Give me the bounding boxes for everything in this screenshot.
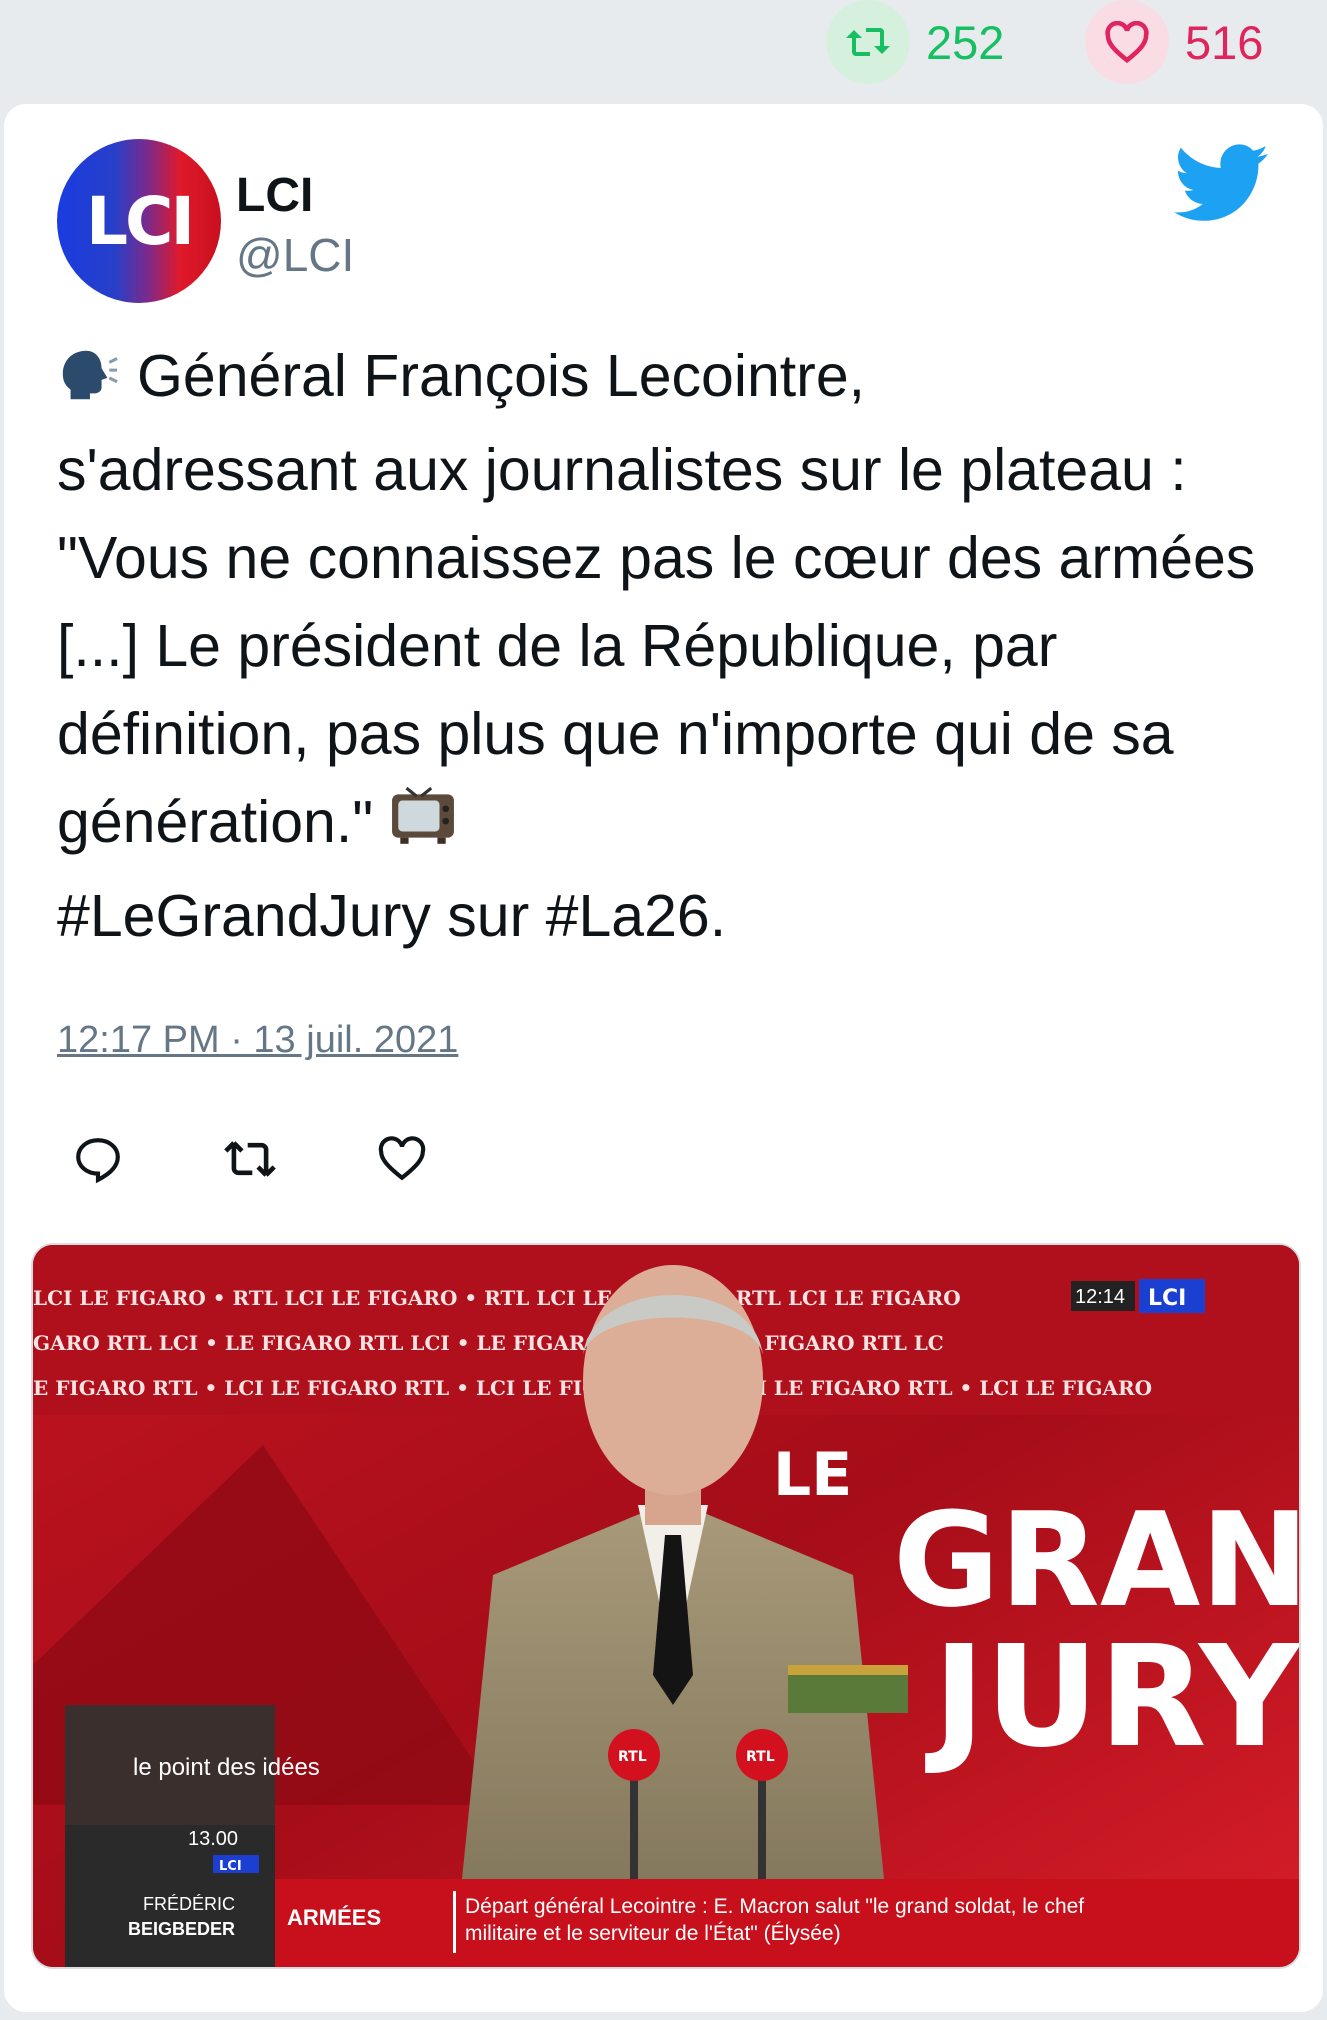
ticker-row: GARO RTL LCI • LE FIGARO RTL LCI • LE FI… — [33, 1331, 944, 1355]
tweet-text-end: . — [709, 883, 727, 949]
lower-third-line: Départ général Lecointre : E. Macron sal… — [465, 1895, 1084, 1918]
engagement-bar: 252 516 — [0, 0, 1327, 100]
channel-logo: LCI — [1148, 1286, 1186, 1311]
retweet-icon[interactable] — [826, 0, 910, 84]
like-count: 516 — [1185, 15, 1264, 69]
retweet-count: 252 — [926, 15, 1005, 69]
tweet-card: LCI LCI @LCI Général François Lecointre,… — [4, 104, 1323, 2012]
show-title-bot: JURY — [925, 1616, 1299, 1779]
tweet-text-body: s'adressant aux journalistes sur le plat… — [57, 437, 1272, 855]
promo-time: 13.00 — [188, 1828, 238, 1850]
promo-guest-last: BEIGBEDER — [128, 1919, 235, 1939]
tv-broadcast-still: LCI LE FIGARO • RTL LCI LE FIGARO • RTL … — [33, 1245, 1299, 1967]
broadcast-clock: 12:14 — [1075, 1286, 1125, 1308]
twitter-bird-icon[interactable] — [1174, 144, 1270, 224]
television-icon — [390, 784, 456, 872]
ticker-row: LCI LE FIGARO • RTL LCI LE FIGARO • RTL … — [33, 1286, 961, 1310]
mic-logo: RTL — [746, 1749, 775, 1765]
lower-third-tag: ARMÉES — [287, 1905, 381, 1930]
tweet-actions — [68, 1129, 524, 1189]
tweet-timestamp[interactable]: 12:17 PM · 13 juil. 2021 — [57, 1019, 458, 1062]
retweet-stat[interactable]: 252 — [826, 0, 1004, 84]
user-handle[interactable]: @LCI — [236, 228, 354, 282]
like-stat[interactable]: 516 — [1085, 0, 1263, 84]
show-title-top: LE — [773, 1440, 852, 1510]
mic-logo: RTL — [618, 1749, 647, 1765]
tweet-media-image[interactable]: LCI LE FIGARO • RTL LCI LE FIGARO • RTL … — [31, 1243, 1301, 1969]
retweet-action-icon[interactable] — [220, 1129, 280, 1189]
hashtag-joiner: sur — [430, 883, 546, 949]
display-name[interactable]: LCI — [236, 168, 313, 223]
speaking-head-icon — [57, 338, 119, 426]
promo-show-name: le point des idées — [133, 1754, 320, 1781]
promo-channel: LCI — [219, 1859, 242, 1874]
promo-guest-first: FRÉDÉRIC — [143, 1894, 235, 1914]
reply-icon[interactable] — [68, 1129, 128, 1189]
hashtag-link[interactable]: #LeGrandJury — [57, 883, 431, 949]
avatar-logo-text: LCI — [85, 182, 195, 260]
heart-icon[interactable] — [1085, 0, 1169, 84]
hashtag-link[interactable]: #La26 — [546, 883, 710, 949]
tweet-text-line1: Général François Lecointre, — [137, 343, 866, 409]
tweet-text: Général François Lecointre, s'adressant … — [57, 332, 1272, 960]
show-title-mid: GRAND — [893, 1484, 1299, 1636]
like-action-icon[interactable] — [372, 1129, 432, 1189]
avatar[interactable]: LCI — [57, 139, 221, 303]
lower-third-line: militaire et le serviteur de l'État" (Él… — [465, 1922, 841, 1945]
